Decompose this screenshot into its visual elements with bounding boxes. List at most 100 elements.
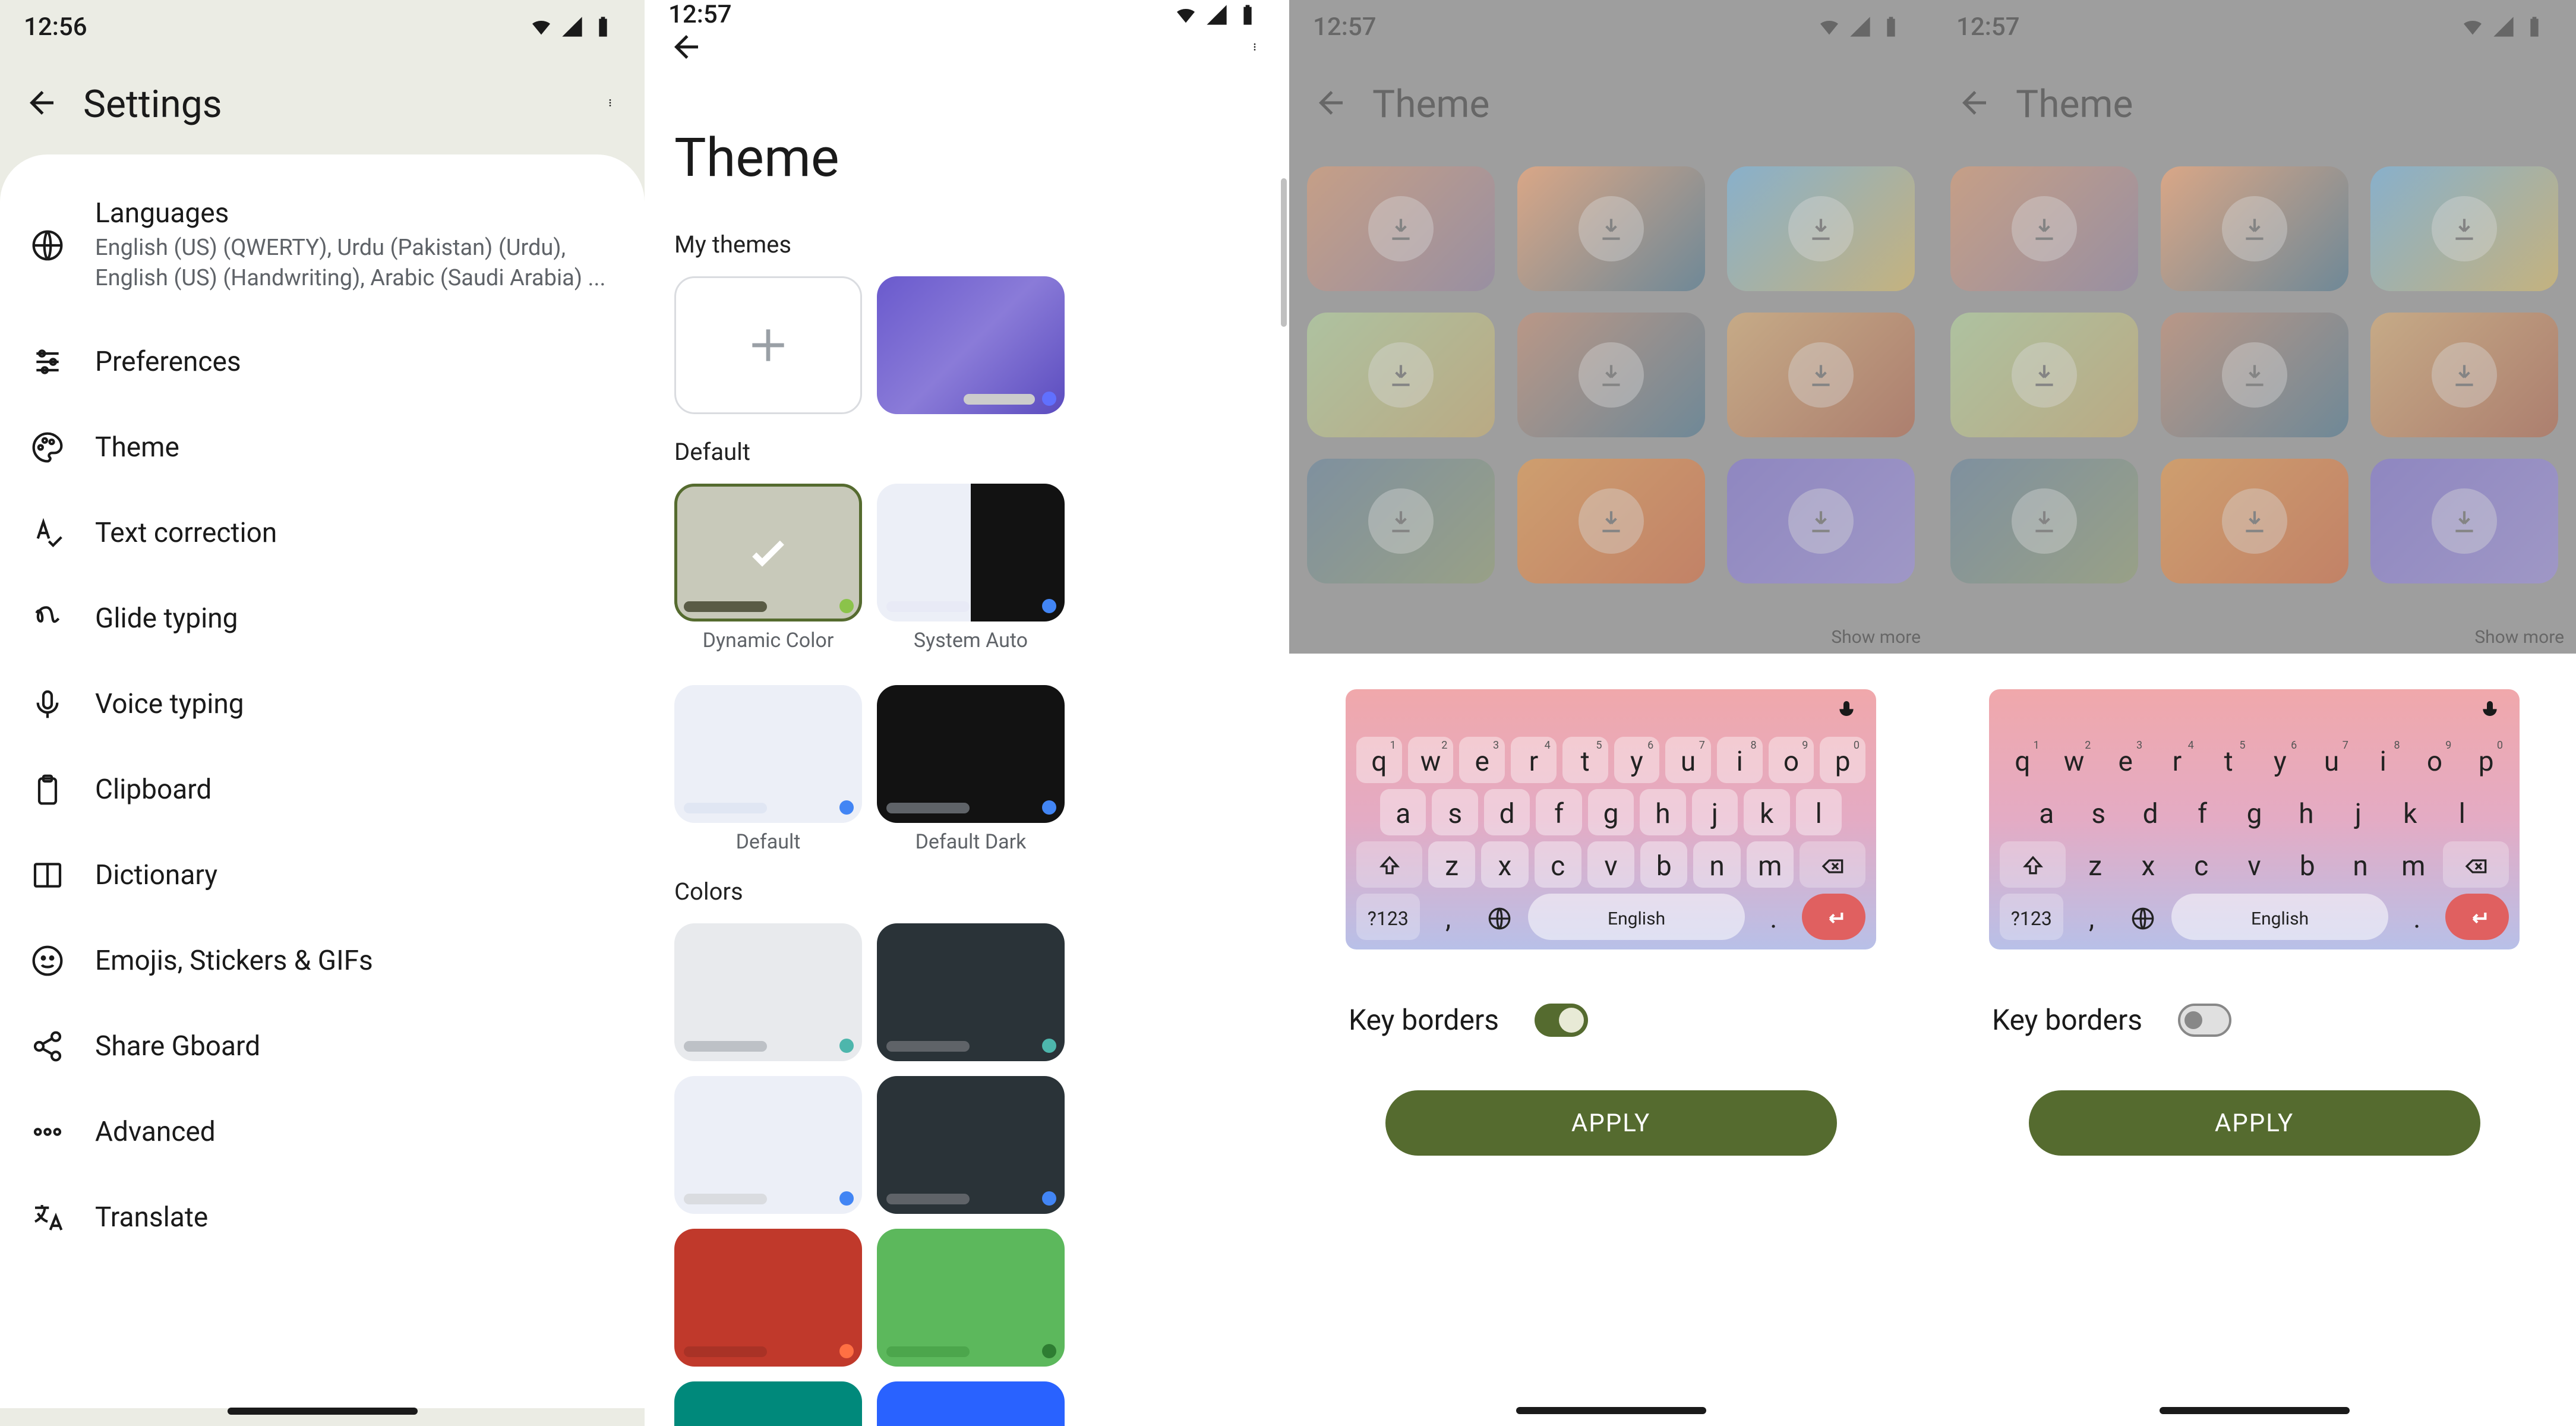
key-k[interactable]: k	[2387, 789, 2433, 835]
key-o[interactable]: o9	[2412, 737, 2458, 783]
shift-key[interactable]	[2000, 841, 2066, 888]
key-h[interactable]: h	[1640, 789, 1685, 835]
key-j[interactable]: j	[2335, 789, 2381, 835]
back-button[interactable]	[24, 85, 59, 123]
key-z[interactable]: z	[2072, 841, 2119, 888]
key-v[interactable]: v	[1587, 841, 1634, 888]
color-thumb-0[interactable]	[674, 923, 862, 1061]
key-g[interactable]: g	[1588, 789, 1634, 835]
key-h[interactable]: h	[2283, 789, 2329, 835]
enter-key[interactable]	[1802, 894, 1865, 940]
key-t[interactable]: t5	[2206, 737, 2252, 783]
spacebar[interactable]: English	[2171, 894, 2388, 940]
settings-item-share-gboard[interactable]: Share Gboard	[0, 1004, 645, 1089]
mic-icon[interactable]	[2478, 698, 2502, 722]
color-thumb-1[interactable]	[877, 923, 1065, 1061]
settings-item-clipboard[interactable]: Clipboard	[0, 747, 645, 832]
settings-item-dictionary[interactable]: Dictionary	[0, 832, 645, 918]
key-i[interactable]: i8	[2360, 737, 2406, 783]
language-key[interactable]	[2120, 894, 2165, 940]
enter-key[interactable]	[2445, 894, 2509, 940]
key-q[interactable]: q1	[1356, 737, 1402, 783]
key-n[interactable]: n	[2337, 841, 2384, 888]
key-d[interactable]: d	[2127, 789, 2173, 835]
key-r[interactable]: r4	[2154, 737, 2200, 783]
theme-thumb-dynamic-color[interactable]	[674, 484, 862, 621]
key-m[interactable]: m	[1747, 841, 1794, 888]
period-key[interactable]: .	[2394, 894, 2439, 940]
color-thumb-7[interactable]	[877, 1381, 1065, 1426]
apply-button[interactable]: APPLY	[1385, 1090, 1837, 1156]
color-thumb-3[interactable]	[877, 1076, 1065, 1214]
back-button[interactable]	[668, 29, 704, 67]
key-m[interactable]: m	[2390, 841, 2437, 888]
key-b[interactable]: b	[1640, 841, 1687, 888]
settings-item-emojis-stickers-gifs[interactable]: Emojis, Stickers & GIFs	[0, 918, 645, 1004]
key-e[interactable]: e3	[2103, 737, 2148, 783]
key-w[interactable]: w2	[2051, 737, 2097, 783]
color-thumb-2[interactable]	[674, 1076, 862, 1214]
settings-item-voice-typing[interactable]: Voice typing	[0, 661, 645, 747]
comma-key[interactable]: ,	[2069, 894, 2114, 940]
key-i[interactable]: i8	[1717, 737, 1763, 783]
scrollbar-thumb[interactable]	[1281, 178, 1287, 327]
theme-thumb-default[interactable]	[674, 685, 862, 823]
key-y[interactable]: y6	[2258, 737, 2303, 783]
key-a[interactable]: a	[2023, 789, 2069, 835]
key-o[interactable]: o9	[1769, 737, 1814, 783]
key-f[interactable]: f	[2179, 789, 2225, 835]
settings-item-advanced[interactable]: Advanced	[0, 1089, 645, 1175]
key-e[interactable]: e3	[1459, 737, 1505, 783]
key-z[interactable]: z	[1428, 841, 1475, 888]
key-c[interactable]: c	[1535, 841, 1581, 888]
settings-item-translate[interactable]: Translate	[0, 1175, 645, 1260]
comma-key[interactable]: ,	[1426, 894, 1471, 940]
add-theme-button[interactable]	[674, 276, 862, 414]
key-q[interactable]: q1	[2000, 737, 2045, 783]
backspace-key[interactable]	[2443, 841, 2509, 888]
key-f[interactable]: f	[1536, 789, 1581, 835]
backspace-key[interactable]	[1800, 841, 1865, 888]
key-u[interactable]: u7	[1665, 737, 1711, 783]
key-a[interactable]: a	[1380, 789, 1426, 835]
key-k[interactable]: k	[1744, 789, 1789, 835]
key-l[interactable]: l	[2439, 789, 2485, 835]
key-borders-switch[interactable]	[1535, 1004, 1588, 1037]
key-x[interactable]: x	[2124, 841, 2171, 888]
theme-thumb-system-auto[interactable]	[877, 484, 1065, 621]
settings-item-preferences[interactable]: Preferences	[0, 319, 645, 405]
overflow-menu-button[interactable]	[1250, 29, 1259, 67]
key-l[interactable]: l	[1796, 789, 1842, 835]
shift-key[interactable]	[1356, 841, 1422, 888]
key-b[interactable]: b	[2284, 841, 2331, 888]
my-theme-thumb[interactable]	[877, 276, 1065, 414]
settings-item-text-correction[interactable]: Text correction	[0, 490, 645, 576]
period-key[interactable]: .	[1751, 894, 1796, 940]
language-key[interactable]	[1477, 894, 1522, 940]
key-borders-switch[interactable]	[2178, 1004, 2231, 1037]
key-p[interactable]: p0	[2463, 737, 2509, 783]
apply-button[interactable]: APPLY	[2029, 1090, 2480, 1156]
symbols-key[interactable]: ?123	[1356, 894, 1420, 940]
key-g[interactable]: g	[2231, 789, 2277, 835]
settings-item-languages[interactable]: LanguagesEnglish (US) (QWERTY), Urdu (Pa…	[0, 172, 645, 319]
mic-icon[interactable]	[1835, 698, 1858, 722]
color-thumb-6[interactable]	[674, 1381, 862, 1426]
key-y[interactable]: y6	[1614, 737, 1660, 783]
key-w[interactable]: w2	[1408, 737, 1454, 783]
color-thumb-5[interactable]	[877, 1229, 1065, 1367]
color-thumb-4[interactable]	[674, 1229, 862, 1367]
key-x[interactable]: x	[1481, 841, 1528, 888]
key-s[interactable]: s	[2075, 789, 2121, 835]
key-u[interactable]: u7	[2309, 737, 2354, 783]
settings-item-glide-typing[interactable]: Glide typing	[0, 576, 645, 661]
key-p[interactable]: p0	[1820, 737, 1865, 783]
key-n[interactable]: n	[1693, 841, 1740, 888]
key-r[interactable]: r4	[1511, 737, 1557, 783]
spacebar[interactable]: English	[1528, 894, 1745, 940]
key-s[interactable]: s	[1432, 789, 1478, 835]
key-v[interactable]: v	[2231, 841, 2278, 888]
key-t[interactable]: t5	[1562, 737, 1608, 783]
key-j[interactable]: j	[1692, 789, 1738, 835]
symbols-key[interactable]: ?123	[2000, 894, 2063, 940]
